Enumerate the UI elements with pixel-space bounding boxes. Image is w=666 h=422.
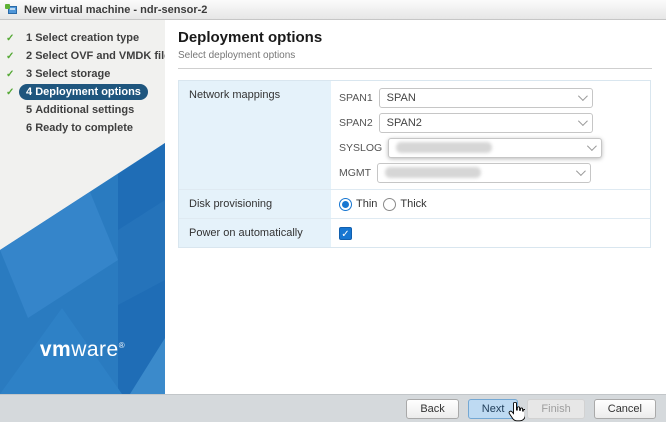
row-label: Network mappings — [179, 81, 331, 189]
radio-thin[interactable] — [339, 197, 352, 211]
step-number: 6 — [26, 122, 33, 134]
step-number: 2 — [26, 50, 33, 62]
field-label: MGMT — [339, 166, 372, 179]
vmware-logo-vm: vm — [39, 338, 72, 361]
network-mapping-syslog: SYSLOG — [339, 135, 642, 160]
step-label: Select storage — [35, 68, 111, 80]
step-select-ovf-vmdk[interactable]: ✓ 2 Select OVF and VMDK files — [0, 48, 165, 64]
page-subtitle: Select deployment options — [178, 50, 296, 61]
network-mapping-span2: SPAN2 SPAN2 — [339, 110, 642, 135]
finish-button[interactable]: Finish — [527, 398, 585, 419]
power-on-checkbox[interactable]: ✓ — [339, 226, 352, 240]
deployment-options-table: Network mappings SPAN1 SPAN SPAN2 SPAN2 … — [178, 80, 651, 248]
back-button[interactable]: Back — [406, 398, 459, 419]
check-icon: ✓ — [6, 32, 15, 44]
cancel-button[interactable]: Cancel — [593, 398, 656, 419]
vmware-logo: vmware® — [0, 338, 165, 362]
step-select-storage[interactable]: ✓ 3 Select storage — [0, 66, 165, 82]
step-deployment-options[interactable]: ✓ 4 Deployment options — [0, 84, 165, 100]
header-divider — [178, 68, 652, 69]
redacted-value — [385, 167, 482, 178]
step-label: Ready to complete — [35, 122, 133, 134]
next-button[interactable]: Next — [467, 398, 519, 419]
table-row-power-on: Power on automatically ✓ — [179, 219, 650, 247]
check-icon: ✓ — [6, 50, 15, 62]
chevron-down-icon — [576, 166, 586, 177]
field-label: SPAN1 — [339, 91, 373, 104]
radio-thick[interactable] — [383, 197, 397, 211]
selected-value: SPAN — [386, 91, 416, 104]
radio-thin-label: Thin — [356, 198, 378, 210]
check-icon: ✓ — [6, 68, 15, 80]
network-mapping-mgmt: MGMT — [339, 160, 642, 185]
redacted-value — [396, 142, 493, 153]
window-title: New virtual machine - ndr-sensor-2 — [24, 3, 208, 16]
table-row-disk-provisioning: Disk provisioning Thin Thick — [179, 190, 650, 219]
radio-thick-label: Thick — [400, 198, 427, 210]
step-additional-settings[interactable]: 5 Additional settings — [0, 102, 165, 118]
chevron-down-icon — [577, 116, 588, 127]
page-title: Deployment options — [178, 29, 323, 46]
step-label: Additional settings — [35, 104, 135, 116]
new-vm-icon — [5, 3, 19, 16]
row-label: Power on automatically — [179, 219, 331, 247]
steps-list: ✓ 1 Select creation type ✓ 2 Select OVF … — [0, 20, 165, 136]
check-icon: ✓ — [6, 86, 15, 98]
wizard-body: ✓ 1 Select creation type ✓ 2 Select OVF … — [0, 20, 666, 394]
chevron-down-icon — [587, 141, 598, 152]
span1-select[interactable]: SPAN — [378, 87, 593, 108]
step-number: 1 — [26, 32, 33, 44]
selected-value: SPAN2 — [386, 116, 422, 129]
row-label: Disk provisioning — [179, 190, 331, 218]
window-titlebar[interactable]: New virtual machine - ndr-sensor-2 — [0, 0, 666, 20]
new-vm-wizard-window: New virtual machine - ndr-sensor-2 ✓ 1 S… — [0, 0, 666, 422]
step-ready-to-complete[interactable]: 6 Ready to complete — [0, 120, 165, 136]
table-row-network-mappings: Network mappings SPAN1 SPAN SPAN2 SPAN2 … — [179, 81, 650, 190]
step-label: Select OVF and VMDK files — [35, 50, 165, 62]
field-label: SPAN2 — [339, 116, 373, 129]
step-number: 3 — [26, 68, 33, 80]
span2-select[interactable]: SPAN2 — [378, 112, 593, 133]
wizard-content: Deployment options Select deployment opt… — [165, 20, 666, 394]
mgmt-select[interactable] — [377, 162, 592, 183]
step-number: 4 — [26, 86, 33, 98]
step-label: Deployment options — [35, 86, 141, 98]
registered-mark: ® — [118, 341, 126, 350]
step-select-creation-type[interactable]: ✓ 1 Select creation type — [0, 30, 165, 46]
step-number: 5 — [26, 104, 33, 116]
vmware-logo-ware: ware — [71, 338, 119, 361]
step-label: Select creation type — [35, 32, 140, 44]
syslog-select[interactable] — [388, 137, 603, 158]
wizard-steps-sidebar: ✓ 1 Select creation type ✓ 2 Select OVF … — [0, 20, 165, 394]
chevron-down-icon — [577, 91, 588, 102]
wizard-footer: Back Next Finish Cancel — [0, 394, 666, 422]
network-mapping-span1: SPAN1 SPAN — [339, 85, 642, 110]
field-label: SYSLOG — [339, 141, 383, 154]
